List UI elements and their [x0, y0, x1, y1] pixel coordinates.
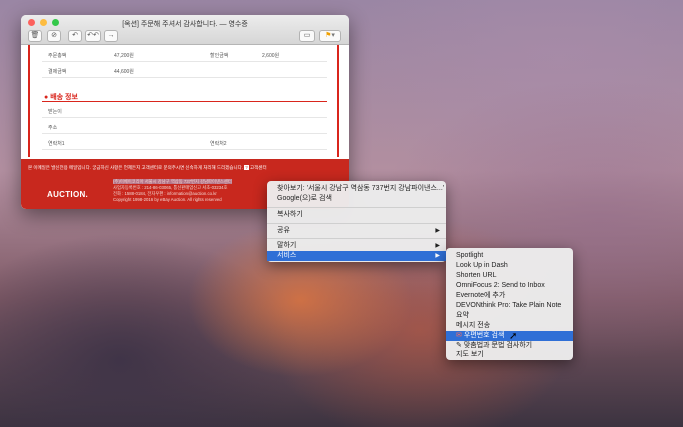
service-omnifocus[interactable]: OmniFocus 2: Send to Inbox [446, 281, 573, 291]
junk-button[interactable]: ⊘ [47, 30, 61, 42]
order-row: 주문총액 47,200원 할인금액 2,600원 [42, 47, 327, 62]
services-label: 서비스 [277, 252, 297, 259]
menu-separator [267, 223, 446, 224]
menu-item-copy[interactable]: 복사하기 [267, 210, 446, 220]
contact1-label: 연락처1 [48, 141, 65, 147]
address-label: 주소 [48, 125, 58, 131]
contact2-label: 연락처2 [210, 141, 227, 147]
service-summarize[interactable]: 요약 [446, 311, 573, 321]
chevron-down-icon: ▾ [331, 32, 335, 39]
circle-icon: ● [44, 94, 49, 101]
print-button[interactable]: ▭ [299, 30, 315, 42]
discount-value: 2,600원 [262, 53, 280, 59]
service-devonthink[interactable]: DEVONthink Pro: Take Plain Note [446, 301, 573, 311]
flag-button[interactable]: ⚑▾ [319, 30, 341, 42]
discount-label: 할인금액 [210, 53, 229, 59]
reply-button[interactable]: ↶ [68, 30, 82, 42]
title-bar: [옥션] 주문해 주셔서 감사합니다. — 영수증 🗑 ⊘ ↶ ↶↶ → ▭ ⚑… [21, 15, 349, 45]
service-evernote[interactable]: Evernote에 추가 [446, 291, 573, 301]
forward-icon: → [107, 32, 115, 39]
trash-icon: 🗑 [30, 32, 40, 39]
reply-icon: ↶ [72, 32, 78, 39]
forward-button[interactable]: → [104, 30, 118, 42]
reply-all-button[interactable]: ↶↶ [85, 30, 101, 42]
service-dash[interactable]: Look Up in Dash [446, 261, 573, 271]
menu-item-google-search[interactable]: Google(으)로 검색 [267, 194, 446, 204]
order-row: 결제금액 44,600원 [42, 63, 327, 78]
service-spotlight[interactable]: Spotlight [446, 251, 573, 261]
delete-button[interactable]: 🗑 [28, 30, 42, 42]
help-icon: ? [244, 165, 249, 170]
selected-address[interactable]: (주)이베이코리아 서울시 강남구 역삼동 737번지 강남파이낸스센터 [113, 179, 232, 184]
shipping-row: 주소 [42, 119, 327, 134]
menu-item-services[interactable]: 서비스 ▶ [267, 251, 446, 261]
recipient-label: 받는이 [48, 109, 62, 115]
window-title: [옥션] 주문해 주셔서 감사합니다. — 영수증 [122, 21, 248, 28]
speech-label: 말하기 [277, 242, 297, 249]
context-menu: 찾아보기: '서울시 강남구 역삼동 737번지 강남파이낸스...' Goog… [267, 181, 446, 262]
menu-item-share[interactable]: 공유 ▶ [267, 226, 446, 236]
spellcheck-label: 맞춤법과 문법 검사하기 [463, 342, 533, 349]
menu-separator [267, 207, 446, 208]
chevron-right-icon: ▶ [435, 243, 440, 249]
zipcode-label: 우편번호 검색 [463, 332, 505, 339]
service-shorten-url[interactable]: Shorten URL [446, 271, 573, 281]
shipping-heading: 배송 정보 [50, 94, 78, 101]
printer-icon: ▭ [303, 32, 311, 39]
services-submenu: Spotlight Look Up in Dash Shorten URL Om… [446, 248, 573, 360]
chevron-right-icon: ▶ [435, 228, 440, 234]
company-info: (주)이베이코리아 서울시 강남구 역삼동 737번지 강남파이낸스센터 사업자… [113, 179, 232, 203]
menu-item-speech[interactable]: 말하기 ▶ [267, 241, 446, 251]
shipping-row: 연락처1 연락처2 [42, 135, 327, 150]
payment-value: 44,600원 [114, 69, 134, 75]
order-total-value: 47,200원 [114, 53, 134, 59]
receipt: 주문총액 47,200원 할인금액 2,600원 결제금액 44,600원 ● … [28, 45, 339, 157]
section-divider [42, 101, 327, 102]
notice-text: 본 이메일은 발신전용 메일입니다. 궁금하신 사항은 언제든지 고객센터로 문… [28, 165, 243, 170]
footer-notice: 본 이메일은 발신전용 메일입니다. 궁금하신 사항은 언제든지 고객센터로 문… [28, 165, 267, 171]
mouse-pointer-icon: ➚ [509, 331, 518, 342]
menu-separator [267, 238, 446, 239]
junk-icon: ⊘ [51, 32, 57, 39]
postal-icon: ✉ [456, 332, 462, 339]
reply-all-icon: ↶↶ [87, 32, 99, 39]
share-label: 공유 [277, 227, 290, 234]
payment-label: 결제금액 [48, 69, 67, 75]
service-send-message[interactable]: 메시지 전송 [446, 321, 573, 331]
customer-center-link[interactable]: 고객센터 [250, 165, 267, 170]
mail-window: [옥션] 주문해 주셔서 감사합니다. — 영수증 🗑 ⊘ ↶ ↶↶ → ▭ ⚑… [21, 15, 349, 209]
chevron-right-icon: ▶ [435, 253, 440, 259]
auction-logo: AUCTION. [47, 190, 89, 199]
spellcheck-icon: ✎ [456, 342, 462, 349]
copyright: Copyright 1998-2016 by eBay Auction. All… [113, 197, 222, 202]
service-show-map[interactable]: 지도 보기 [446, 351, 573, 359]
order-total-label: 주문총액 [48, 53, 67, 59]
menu-item-look-up[interactable]: 찾아보기: '서울시 강남구 역삼동 737번지 강남파이낸스...' [267, 184, 446, 194]
service-spellcheck[interactable]: ✎ 맞춤법과 문법 검사하기 [446, 341, 573, 351]
shipping-row: 받는이 [42, 103, 327, 118]
